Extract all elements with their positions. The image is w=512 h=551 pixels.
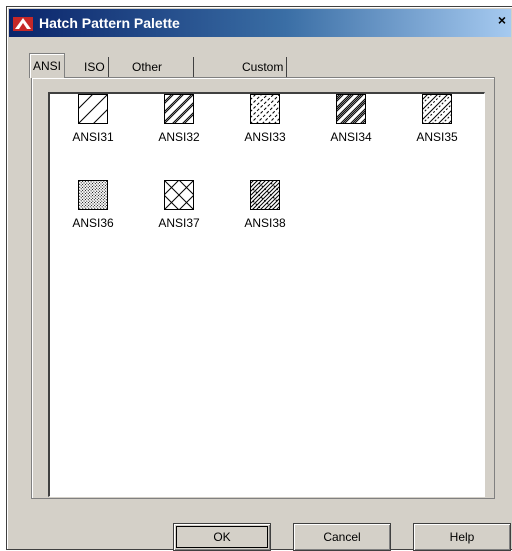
close-icon[interactable]: × bbox=[493, 11, 511, 29]
pattern-grid[interactable]: ANSI31 ANSI32 ANSI33 ANSI34 ANSI35 ANSI3… bbox=[48, 92, 485, 497]
tab-ansi[interactable]: ANSI bbox=[29, 53, 66, 78]
hatch-ansi34-icon bbox=[336, 94, 366, 124]
hatch-ansi33-icon bbox=[250, 94, 280, 124]
tab-panel: ANSI31 ANSI32 ANSI33 ANSI34 ANSI35 ANSI3… bbox=[31, 77, 495, 499]
pattern-ansi37[interactable]: ANSI37 bbox=[148, 180, 208, 246]
tab-other-predefined[interactable]: Other Predefined bbox=[129, 57, 195, 94]
hatch-ansi31-icon bbox=[78, 94, 108, 124]
pattern-label: ANSI35 bbox=[416, 130, 458, 144]
pattern-label: ANSI31 bbox=[72, 130, 114, 144]
hatch-pattern-dialog: Hatch Pattern Palette × ANSI ISO Other P… bbox=[6, 6, 512, 551]
ok-button[interactable]: OK bbox=[173, 523, 271, 551]
pattern-label: ANSI33 bbox=[244, 130, 286, 144]
pattern-label: ANSI37 bbox=[158, 216, 200, 230]
hatch-ansi37-icon bbox=[164, 180, 194, 210]
pattern-ansi33[interactable]: ANSI33 bbox=[234, 94, 294, 160]
pattern-ansi35[interactable]: ANSI35 bbox=[406, 94, 466, 160]
tab-iso[interactable]: ISO bbox=[81, 57, 109, 77]
help-button[interactable]: Help bbox=[413, 523, 511, 551]
pattern-label: ANSI36 bbox=[72, 216, 114, 230]
autocad-app-icon bbox=[13, 15, 33, 31]
pattern-ansi36[interactable]: ANSI36 bbox=[62, 180, 122, 246]
hatch-ansi32-icon bbox=[164, 94, 194, 124]
title-bar[interactable]: Hatch Pattern Palette bbox=[9, 9, 511, 37]
hatch-ansi36-icon bbox=[78, 180, 108, 210]
pattern-ansi34[interactable]: ANSI34 bbox=[320, 94, 380, 160]
tab-custom[interactable]: Custom bbox=[239, 57, 288, 77]
pattern-label: ANSI38 bbox=[244, 216, 286, 230]
pattern-ansi31[interactable]: ANSI31 bbox=[62, 94, 122, 160]
hatch-ansi35-icon bbox=[422, 94, 452, 124]
hatch-ansi38-icon bbox=[250, 180, 280, 210]
pattern-ansi38[interactable]: ANSI38 bbox=[234, 180, 294, 246]
cancel-button[interactable]: Cancel bbox=[293, 523, 391, 551]
dialog-title: Hatch Pattern Palette bbox=[39, 15, 180, 31]
pattern-label: ANSI32 bbox=[158, 130, 200, 144]
pattern-label: ANSI34 bbox=[330, 130, 372, 144]
pattern-ansi32[interactable]: ANSI32 bbox=[148, 94, 208, 160]
